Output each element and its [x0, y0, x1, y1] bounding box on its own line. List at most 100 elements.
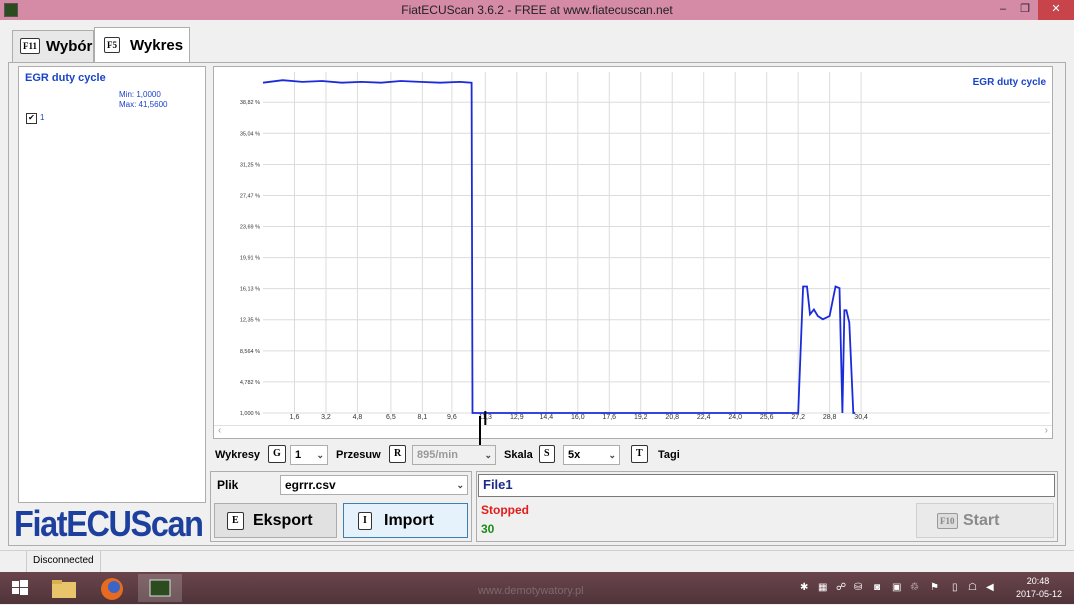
wykresy-select-value: 1 — [295, 449, 302, 461]
y-tick-label: 4,782 % — [240, 380, 260, 386]
plik-label: Plik — [217, 478, 239, 492]
y-tick-label: 19,91 % — [240, 256, 260, 262]
battery-icon[interactable]: ▯ — [952, 582, 958, 593]
przesuw-label: Przesuw — [336, 449, 381, 461]
x-tick-label: 27,2 — [791, 414, 805, 421]
chart-horizontal-scrollbar[interactable]: ‹ › — [214, 425, 1052, 439]
x-tick-label: 28,8 — [823, 414, 837, 421]
chevron-down-icon: ⌄ — [608, 450, 616, 460]
chart-panel[interactable]: 1,63,24,86,58,19,611,312,914,416,017,619… — [213, 66, 1053, 439]
plik-select[interactable]: egrrr.csv ⌄ — [280, 475, 468, 495]
signal-min: Min: 1,0000 — [119, 90, 161, 99]
watermark: www.demotywatory.pl — [478, 585, 584, 597]
tab-wykres-label: Wykres — [130, 37, 184, 54]
skala-key: S — [539, 445, 555, 463]
file-explorer-icon[interactable] — [42, 574, 86, 602]
chevron-down-icon: ⌄ — [484, 450, 492, 460]
start-key: F10 — [937, 513, 958, 529]
import-label: Import — [384, 512, 434, 529]
y-tick-label: 38,82 % — [240, 100, 260, 106]
status-count: 30 — [481, 522, 495, 536]
flag-icon[interactable]: ⚑ — [930, 582, 939, 593]
status-state: Stopped — [481, 503, 529, 517]
skala-select-value: 5x — [568, 449, 581, 461]
tray-app-icon[interactable]: ⛁ — [854, 582, 862, 593]
y-tick-label: 8,564 % — [240, 349, 260, 355]
x-tick-label: 12,9 — [510, 414, 524, 421]
network-icon[interactable]: ▦ — [818, 582, 827, 593]
eksport-key: E — [227, 512, 244, 530]
x-tick-label: 4,8 — [353, 414, 363, 421]
signal-title: EGR duty cycle — [25, 72, 106, 84]
maximize-button[interactable]: ❐ — [1012, 0, 1038, 20]
tray-app-icon[interactable]: ♲ — [910, 582, 919, 593]
y-tick-label: 16,13 % — [240, 287, 260, 293]
x-tick-label: 20,8 — [665, 414, 679, 421]
file-name-field[interactable]: File1 — [478, 474, 1055, 497]
eksport-button[interactable]: E Eksport — [214, 503, 337, 538]
skala-select[interactable]: 5x ⌄ — [563, 445, 620, 465]
status-bar: Disconnected — [0, 550, 1074, 574]
x-tick-label: 16,0 — [571, 414, 585, 421]
display-icon[interactable]: ☖ — [968, 582, 977, 593]
fiatecuscan-taskbar-icon[interactable] — [138, 574, 182, 602]
tagi-key[interactable]: T — [631, 445, 648, 463]
chart-cursor-marker[interactable] — [479, 416, 481, 446]
wykresy-select[interactable]: 1 ⌄ — [290, 445, 328, 465]
connection-status: Disconnected — [26, 551, 101, 574]
przesuw-select[interactable]: 895/min ⌄ — [412, 445, 496, 465]
y-tick-label: 1,000 % — [240, 411, 260, 417]
x-tick-label: 6,5 — [386, 414, 396, 421]
tagi-label: Tagi — [658, 449, 680, 461]
windows-start-icon[interactable] — [0, 574, 40, 602]
chart-svg: 1,63,24,86,58,19,611,312,914,416,017,619… — [240, 72, 1050, 425]
series-checkbox-label: 1 — [40, 113, 45, 122]
fiatecuscan-logo: FiatECUScan — [14, 503, 204, 544]
clock-date[interactable]: 2017-05-12 — [1013, 589, 1065, 599]
start-label: Start — [963, 512, 1000, 529]
przesuw-select-value: 895/min — [417, 449, 458, 461]
y-tick-label: 35,04 % — [240, 131, 260, 137]
tab-wybor-label: Wybór — [46, 38, 93, 55]
import-key: I — [358, 512, 372, 530]
wykresy-key: G — [268, 445, 286, 463]
wykresy-label: Wykresy — [215, 449, 261, 461]
series-checkbox[interactable]: ✔ — [26, 113, 37, 124]
x-tick-label: 1,6 — [290, 414, 300, 421]
x-tick-label: 25,6 — [760, 414, 774, 421]
tab-wybor-key: F11 — [20, 38, 41, 54]
taskbar: www.demotywatory.pl ✱ ▦ ☍ ⛁ ◙ ▣ ♲ ⚑ ▯ ☖ … — [0, 572, 1074, 604]
window-title: FiatECUScan 3.6.2 - FREE at www.fiatecus… — [401, 3, 673, 17]
volume-icon[interactable]: ◀ — [986, 582, 994, 593]
tray-app-icon[interactable]: ☍ — [836, 582, 846, 593]
tab-wykres-key: F5 — [104, 37, 120, 53]
przesuw-key: R — [389, 445, 407, 463]
tab-wybor[interactable]: F11 Wybór — [12, 30, 94, 62]
signal-list-panel: EGR duty cycle Min: 1,0000 Max: 41,5600 … — [18, 66, 206, 503]
bluetooth-icon[interactable]: ✱ — [800, 582, 808, 593]
clock-time[interactable]: 20:48 — [1022, 576, 1054, 586]
plik-select-value: egrrr.csv — [285, 478, 336, 492]
scroll-left-icon[interactable]: ‹ — [218, 425, 221, 436]
y-tick-label: 27,47 % — [240, 193, 260, 199]
tray-app-icon[interactable]: ◙ — [874, 582, 880, 593]
scroll-right-icon[interactable]: › — [1045, 425, 1048, 436]
y-tick-label: 23,69 % — [240, 225, 260, 231]
start-button[interactable]: F10 Start — [916, 503, 1054, 538]
x-tick-label: 24,0 — [728, 414, 742, 421]
x-tick-label: 22,4 — [697, 414, 711, 421]
x-tick-label: 8,1 — [418, 414, 428, 421]
x-tick-label: 14,4 — [540, 414, 554, 421]
y-tick-label: 12,35 % — [240, 318, 260, 324]
chevron-down-icon: ⌄ — [316, 450, 324, 460]
tray-app-icon[interactable]: ▣ — [892, 582, 901, 593]
firefox-icon[interactable] — [90, 574, 134, 602]
title-bar: FiatECUScan 3.6.2 - FREE at www.fiatecus… — [0, 0, 1074, 20]
import-button[interactable]: I Import — [343, 503, 468, 538]
signal-max: Max: 41,5600 — [119, 100, 168, 109]
close-button[interactable]: ✕ — [1038, 0, 1074, 20]
x-tick-label: 30,4 — [854, 414, 868, 421]
tab-wykres[interactable]: F5 Wykres — [94, 27, 190, 63]
x-tick-label: 9,6 — [447, 414, 457, 421]
eksport-label: Eksport — [253, 512, 313, 529]
